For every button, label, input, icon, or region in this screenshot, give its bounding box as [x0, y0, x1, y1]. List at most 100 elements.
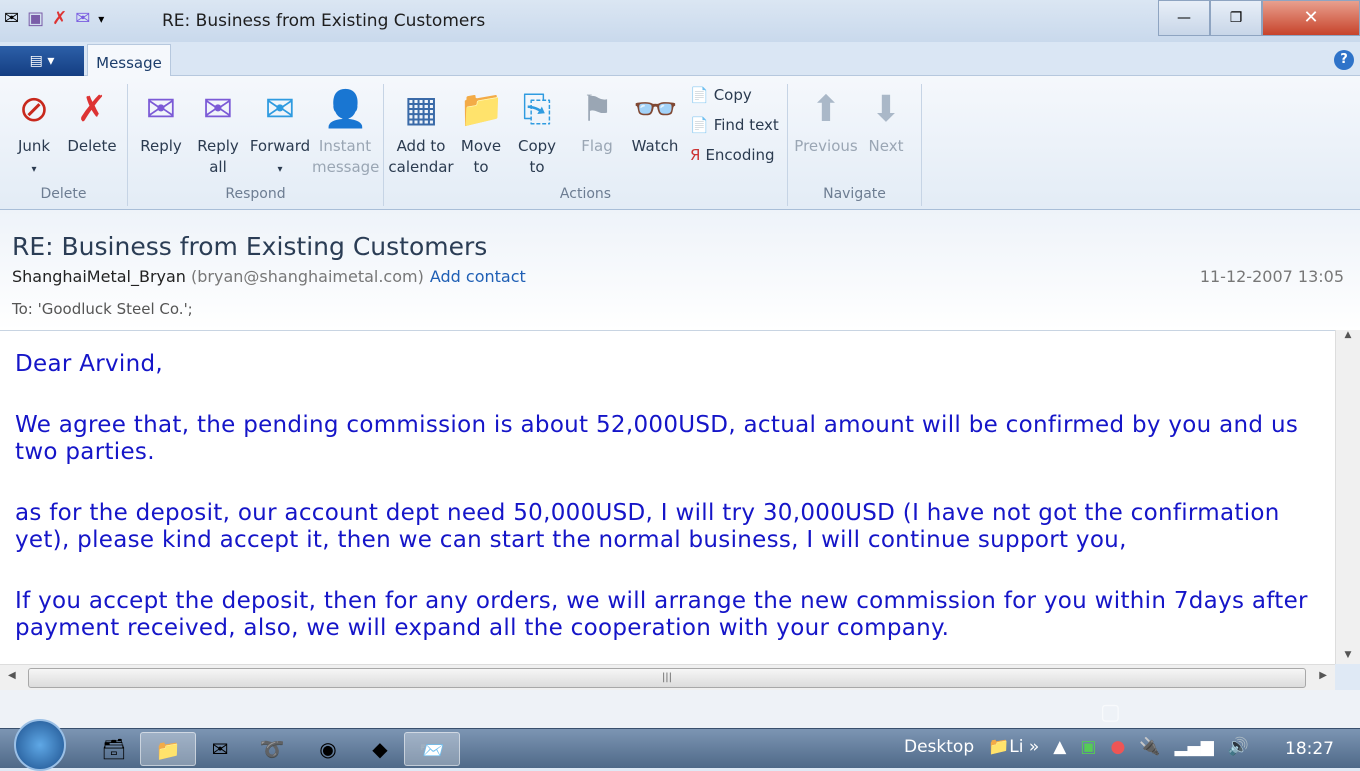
arrow-up-icon: ⬆	[810, 89, 842, 130]
body-paragraph: Dear Arvind,	[15, 351, 164, 377]
body-paragraph: We agree that, the pending commission is…	[15, 412, 1299, 465]
libraries-label: Li	[1009, 737, 1024, 757]
recipients: To: 'Goodluck Steel Co.';	[12, 300, 193, 318]
reply-label: Reply	[140, 137, 182, 155]
start-button[interactable]	[14, 719, 66, 771]
reply-all-label: Reply all	[197, 137, 239, 176]
sender-name: ShanghaiMetal_Bryan	[12, 267, 186, 286]
minimize-button[interactable]: —	[1158, 0, 1210, 36]
status-bar	[0, 690, 1360, 728]
libraries-toolbar[interactable]: 📁Li »	[988, 737, 1039, 757]
signal-icon[interactable]: ▂▄▆	[1174, 737, 1213, 757]
taskbar-mail-icon[interactable]: ✉	[192, 732, 248, 766]
arrow-down-icon: ⬇	[870, 89, 902, 130]
taskbar-mail-window-icon[interactable]: 📨	[404, 732, 460, 766]
power-icon[interactable]: 🔌	[1139, 737, 1160, 757]
customize-dropdown-icon[interactable]: ▾	[98, 12, 104, 26]
body-paragraph: as for the deposit, our account dept nee…	[15, 500, 1280, 553]
folder-move-icon: 📁	[459, 89, 504, 130]
clock[interactable]: 18:27	[1285, 739, 1334, 759]
network-app-icon[interactable]: ▣	[1080, 737, 1096, 757]
delete-icon: ✗	[76, 89, 108, 130]
volume-icon[interactable]: 🔊	[1228, 737, 1249, 757]
watch-button[interactable]: 👓 Watch	[628, 88, 682, 157]
encoding-icon: Я	[690, 146, 701, 164]
title-bar: ✉ ▣ ✗ ✉ ▾ RE: Business from Existing Cus…	[0, 0, 1360, 42]
app-menu-button[interactable]: ▤ ▾	[0, 46, 84, 76]
taskbar-explorer-icon[interactable]: 📁	[140, 732, 196, 766]
message-header: RE: Business from Existing Customers Sha…	[0, 210, 1360, 330]
forward-label: Forward	[249, 137, 311, 155]
help-icon[interactable]: ?	[1334, 50, 1354, 70]
encoding-label: Encoding	[705, 146, 775, 164]
copy-icon: 📄	[690, 86, 709, 104]
desktop-toolbar[interactable]: Desktop	[904, 737, 974, 757]
next-button[interactable]: ⬇ Next	[864, 88, 908, 157]
group-actions: ▦ Add to calendar 📁 Move to ⎘ Copy to ⚑ Flag…	[384, 84, 788, 206]
taskbar: 🗃 📁 ✉ ➰ ◉ ◆ 📨 Desktop 📁Li » ▲ ▣ ● 🔌 ▂▄▆ …	[0, 719, 1360, 771]
glasses-icon: 👓	[633, 89, 678, 130]
toolbar-more[interactable]: »	[1029, 737, 1039, 757]
vertical-scrollbar[interactable]: ▲ ▼	[1335, 330, 1360, 664]
scrollbar-thumb[interactable]: |||	[28, 668, 1306, 688]
reply-icon: ✉	[145, 89, 177, 130]
add-to-calendar-label: Add to calendar	[388, 137, 454, 176]
encoding-button[interactable]: Я Encoding	[690, 146, 775, 164]
group-label: Respond	[225, 186, 286, 202]
instant-message-label: Instant message	[312, 137, 380, 176]
find-text-icon: 📄	[690, 116, 709, 134]
previous-button[interactable]: ⬆ Previous	[794, 88, 858, 157]
system-tray: Desktop 📁Li » ▲ ▣ ● 🔌 ▂▄▆ 🔊	[904, 737, 1249, 757]
forward-icon: ✉	[264, 89, 296, 130]
reply-all-button[interactable]: ✉ Reply all	[196, 88, 240, 178]
close-button[interactable]: ✕	[1262, 0, 1360, 36]
body-paragraph: If you accept the deposit, then for any …	[15, 588, 1308, 641]
instant-message-button[interactable]: 👤 Instant message	[312, 88, 380, 178]
sender: ShanghaiMetal_Bryan (bryan@shanghaimetal…	[12, 267, 526, 286]
copy-to-icon: ⎘	[522, 89, 552, 130]
flag-label: Flag	[581, 137, 613, 155]
taskbar-chrome-icon[interactable]: ◉	[300, 732, 356, 766]
copy-to-button[interactable]: ⎘ Copy to	[514, 88, 560, 178]
find-text-label: Find text	[713, 116, 779, 134]
move-to-label: Move to	[460, 137, 502, 176]
flag-button[interactable]: ⚑ Flag	[572, 88, 622, 157]
junk-label: Junk	[17, 137, 51, 155]
horizontal-scrollbar[interactable]: ◀ ||| ▶	[0, 664, 1335, 690]
group-delete: ⊘ Junk ▾ ✗ Delete Delete	[0, 84, 128, 206]
next-label: Next	[868, 137, 904, 155]
delete-icon[interactable]: ✗	[52, 8, 67, 29]
reply-button[interactable]: ✉ Reply	[136, 88, 186, 157]
tab-message[interactable]: Message	[87, 44, 171, 77]
save-icon[interactable]: ▣	[27, 8, 44, 29]
sender-email: (bryan@shanghaimetal.com)	[191, 267, 424, 286]
copy-to-label: Copy to	[517, 137, 557, 176]
message-date: 11-12-2007 13:05	[1199, 267, 1344, 286]
taskbar-app-icon[interactable]: 🗃	[86, 732, 142, 766]
junk-button[interactable]: ⊘ Junk ▾	[12, 88, 56, 180]
message-body: Dear Arvind, We agree that, the pending …	[0, 330, 1335, 664]
find-text-button[interactable]: 📄 Find text	[690, 116, 779, 134]
show-hidden-icons[interactable]: ▲	[1053, 737, 1066, 757]
restore-button[interactable]: ❐	[1210, 0, 1262, 36]
group-label: Delete	[40, 186, 87, 202]
group-navigate: ⬆ Previous ⬇ Next Navigate	[788, 84, 922, 206]
add-to-calendar-button[interactable]: ▦ Add to calendar	[388, 88, 454, 178]
taskbar-app-icon[interactable]: ➰	[244, 732, 300, 766]
delete-label: Delete	[67, 137, 117, 155]
reply-icon[interactable]: ✉	[75, 8, 90, 29]
delete-button[interactable]: ✗ Delete	[66, 88, 118, 157]
copy-button[interactable]: 📄 Copy	[690, 86, 752, 104]
flag-icon: ⚑	[580, 89, 614, 130]
add-contact-link[interactable]: Add contact	[430, 267, 526, 286]
copy-label: Copy	[713, 86, 752, 104]
security-icon[interactable]: ●	[1110, 737, 1125, 757]
person-icon: 👤	[323, 89, 368, 130]
ribbon: ⊘ Junk ▾ ✗ Delete Delete ✉ Reply ✉ Reply all …	[0, 76, 1360, 210]
ribbon-tabs: ▤ ▾ Message ?	[0, 42, 1360, 77]
forward-button[interactable]: ✉ Forward ▾	[248, 88, 312, 180]
group-label: Navigate	[823, 186, 886, 202]
move-to-button[interactable]: 📁 Move to	[458, 88, 504, 178]
taskbar-app-icon[interactable]: ◆	[352, 732, 408, 766]
watch-label: Watch	[631, 137, 679, 155]
